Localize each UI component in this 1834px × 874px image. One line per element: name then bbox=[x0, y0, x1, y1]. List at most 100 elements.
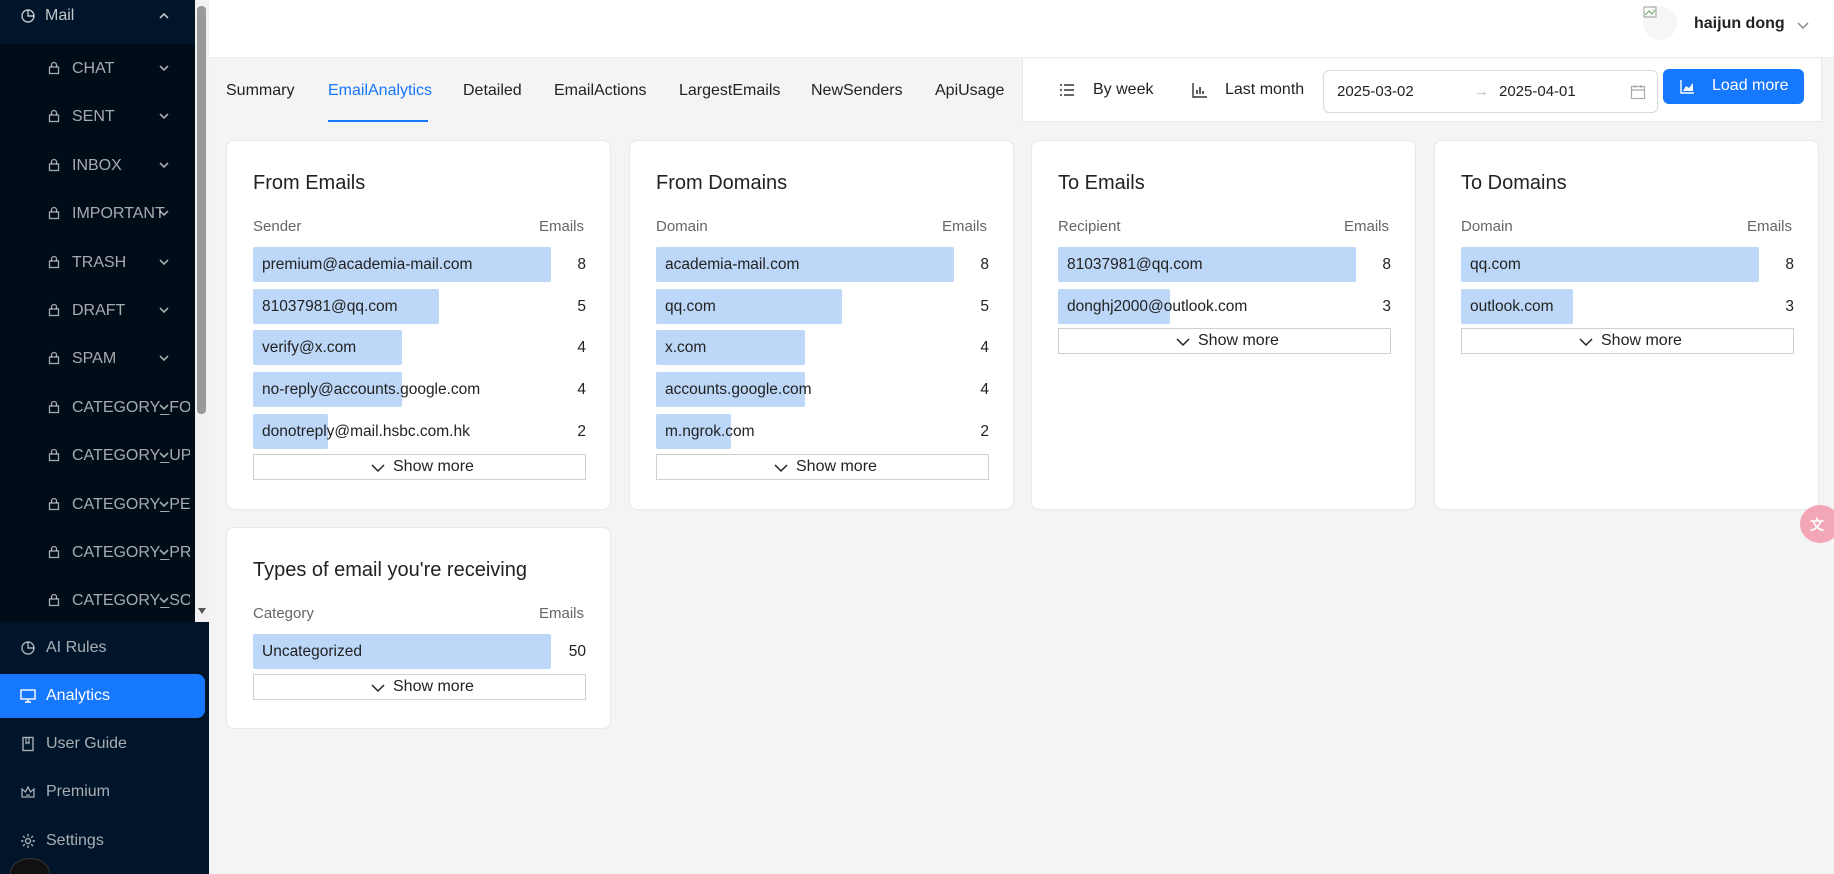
tab-emailanalytics[interactable]: EmailAnalytics bbox=[328, 82, 432, 100]
sidebar-item-label: Analytics bbox=[46, 687, 111, 704]
tab-summary[interactable]: Summary bbox=[226, 82, 294, 100]
date-range-picker[interactable]: 2025-03-02 → 2025-04-01 bbox=[1323, 70, 1658, 113]
sidebar-item-label: Settings bbox=[46, 832, 104, 849]
mail-submenu-item[interactable]: CATEGORY_UPDATES bbox=[0, 431, 195, 479]
list-icon bbox=[1060, 84, 1074, 96]
list-item[interactable]: 81037981@qq.com 5 bbox=[253, 289, 586, 324]
pie-chart-icon bbox=[21, 9, 35, 23]
mail-submenu-item[interactable]: INBOX bbox=[0, 141, 195, 189]
tab-emailactions[interactable]: EmailActions bbox=[554, 82, 646, 100]
list-item[interactable]: academia-mail.com 8 bbox=[656, 247, 989, 282]
mail-submenu-item[interactable]: SENT bbox=[0, 92, 195, 140]
scrollbar-thumb[interactable] bbox=[197, 6, 206, 414]
mail-submenu: CHAT SENT INBOX IMPORTANT TRASH DRAFT SPAM CATE… bbox=[0, 44, 195, 622]
show-more-button[interactable]: Show more bbox=[1461, 328, 1794, 354]
chevron-down-icon bbox=[159, 307, 169, 314]
show-more-button[interactable]: Show more bbox=[1058, 328, 1391, 354]
list-item[interactable]: premium@academia-mail.com 8 bbox=[253, 247, 586, 282]
mail-menu-header[interactable]: Mail bbox=[0, 0, 195, 34]
row-value: 8 bbox=[577, 256, 586, 273]
mail-submenu-item[interactable]: CATEGORY_FORUMS bbox=[0, 383, 195, 431]
lock-icon bbox=[48, 352, 60, 365]
mail-submenu-item[interactable]: DRAFT bbox=[0, 286, 195, 334]
mail-submenu-item[interactable]: IMPORTANT bbox=[0, 189, 195, 237]
mail-submenu-item[interactable]: SPAM bbox=[0, 334, 195, 382]
mail-submenu-item[interactable]: CATEGORY_SOCIAL bbox=[0, 576, 195, 622]
list-item[interactable]: donotreply@mail.hsbc.com.hk 2 bbox=[253, 414, 586, 449]
row-label: donghj2000@outlook.com bbox=[1067, 298, 1248, 315]
area-chart-icon bbox=[1680, 80, 1694, 94]
monitor-icon bbox=[20, 689, 36, 703]
card-title: From Emails bbox=[253, 172, 366, 194]
sidebar-item-settings[interactable]: Settings bbox=[0, 819, 205, 863]
mail-submenu-item[interactable]: CHAT bbox=[0, 44, 195, 92]
list-item[interactable]: Uncategorized 50 bbox=[253, 634, 586, 669]
mail-submenu-item-label: IMPORTANT bbox=[72, 205, 165, 223]
chevron-down-icon bbox=[159, 258, 169, 265]
chevron-down-icon bbox=[159, 162, 169, 168]
analytics-card: To Emails Recipient Emails 81037981@qq.com 8… bbox=[1031, 140, 1416, 510]
tab-newsenders[interactable]: NewSenders bbox=[811, 82, 903, 100]
mail-submenu-item-label: CATEGORY_SOCIAL bbox=[72, 592, 190, 610]
lock-icon bbox=[48, 594, 60, 607]
chevron-down-icon bbox=[159, 355, 169, 362]
list-item[interactable]: donghj2000@outlook.com 3 bbox=[1058, 289, 1391, 324]
list-item[interactable]: outlook.com 3 bbox=[1461, 289, 1794, 324]
sidebar-item-user-guide[interactable]: User Guide bbox=[0, 722, 205, 766]
row-value: 5 bbox=[577, 298, 586, 315]
chevron-down-icon bbox=[159, 210, 169, 217]
show-more-button[interactable]: Show more bbox=[253, 674, 586, 700]
translate-widget[interactable]: 文 bbox=[1800, 505, 1834, 543]
list-item[interactable]: m.ngrok.com 2 bbox=[656, 414, 989, 449]
translate-icon: 文 bbox=[1810, 517, 1824, 533]
row-value: 8 bbox=[1382, 256, 1391, 273]
mail-submenu-item[interactable]: CATEGORY_PERSONAL bbox=[0, 480, 195, 528]
sidebar: Mail CHAT SENT INBOX IMPORTANT TRASH DRAFT SPA… bbox=[0, 0, 209, 874]
show-more-button[interactable]: Show more bbox=[253, 454, 586, 480]
scroll-down-arrow-icon[interactable] bbox=[198, 608, 206, 614]
show-more-label: Show more bbox=[1601, 332, 1682, 349]
tab-detailed[interactable]: Detailed bbox=[463, 82, 522, 100]
show-more-button[interactable]: Show more bbox=[656, 454, 989, 480]
list-item[interactable]: verify@x.com 4 bbox=[253, 330, 586, 365]
user-name[interactable]: haijun dong bbox=[1694, 15, 1785, 33]
list-item[interactable]: qq.com 5 bbox=[656, 289, 989, 324]
row-label: qq.com bbox=[1470, 256, 1521, 273]
mail-submenu-item[interactable]: CATEGORY_PROMOTIONS bbox=[0, 528, 195, 576]
lock-icon bbox=[48, 448, 60, 462]
sidebar-item-ai-rules[interactable]: AI Rules bbox=[0, 626, 205, 670]
chevron-down-icon[interactable] bbox=[1796, 18, 1810, 32]
list-item[interactable]: x.com 4 bbox=[656, 330, 989, 365]
date-start-input[interactable]: 2025-03-02 bbox=[1337, 83, 1414, 100]
column-header: Category bbox=[253, 605, 314, 622]
date-end-input[interactable]: 2025-04-01 bbox=[1499, 83, 1576, 100]
mail-submenu-item-label: SPAM bbox=[72, 350, 117, 368]
chevron-down-icon bbox=[159, 404, 169, 410]
pie-icon bbox=[21, 641, 35, 655]
row-value: 3 bbox=[1382, 298, 1391, 315]
chevron-down-icon bbox=[159, 549, 169, 556]
list-item[interactable]: accounts.google.com 4 bbox=[656, 372, 989, 407]
load-more-button[interactable]: Load more bbox=[1663, 69, 1804, 104]
mail-submenu-item[interactable]: TRASH bbox=[0, 238, 195, 286]
chevron-down-icon bbox=[371, 464, 385, 473]
tab-largestemails[interactable]: LargestEmails bbox=[679, 82, 780, 100]
chevron-down-icon bbox=[371, 684, 385, 693]
list-item[interactable]: 81037981@qq.com 8 bbox=[1058, 247, 1391, 282]
lock-icon bbox=[48, 158, 60, 171]
mail-menu-scrollbar[interactable] bbox=[195, 0, 209, 622]
column-header: Emails bbox=[538, 218, 584, 235]
sidebar-item-premium[interactable]: Premium bbox=[0, 770, 205, 814]
list-item[interactable]: no-reply@accounts.google.com 4 bbox=[253, 372, 586, 407]
column-header: Emails bbox=[1343, 218, 1389, 235]
list-item[interactable]: qq.com 8 bbox=[1461, 247, 1794, 282]
book-icon bbox=[22, 736, 34, 752]
row-label: qq.com bbox=[665, 298, 716, 315]
avatar[interactable] bbox=[1643, 6, 1677, 40]
sidebar-item-label: Premium bbox=[46, 783, 111, 800]
chevron-up-icon bbox=[159, 12, 169, 19]
tab-apiusage[interactable]: ApiUsage bbox=[935, 82, 1004, 100]
sidebar-item-analytics[interactable]: Analytics bbox=[0, 674, 205, 718]
row-value: 8 bbox=[1785, 256, 1794, 273]
chevron-down-icon bbox=[159, 452, 169, 459]
